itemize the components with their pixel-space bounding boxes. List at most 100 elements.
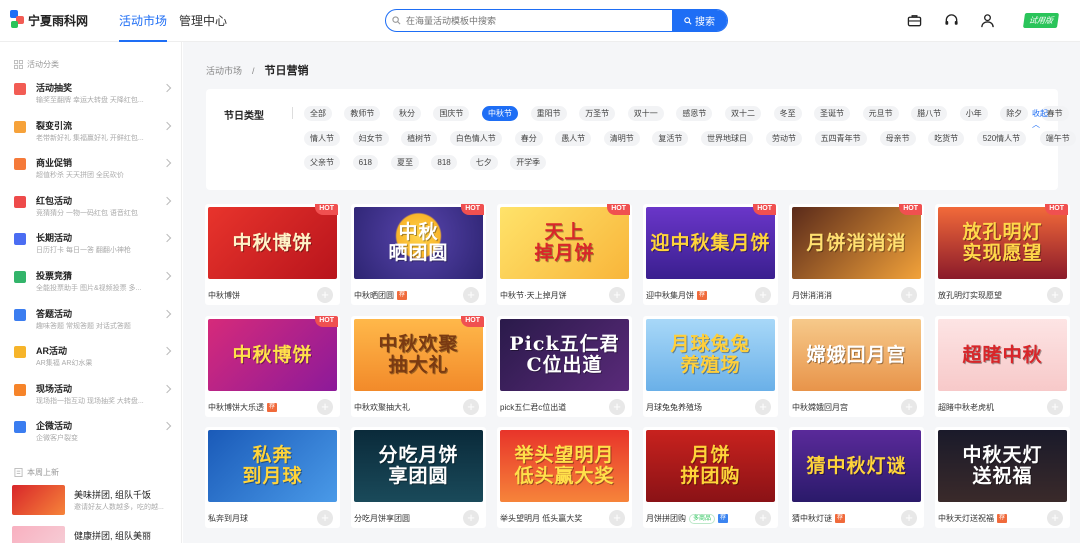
filter-chip[interactable]: 教师节 <box>344 106 381 121</box>
filter-chip[interactable]: 母亲节 <box>879 131 916 146</box>
filter-chip[interactable]: 七夕 <box>469 155 498 170</box>
add-icon[interactable]: + <box>463 399 479 415</box>
user-icon[interactable] <box>980 13 996 29</box>
filter-chip[interactable]: 父亲节 <box>304 155 340 170</box>
filter-chip[interactable]: 双十二 <box>725 106 761 121</box>
filter-chip[interactable]: 万圣节 <box>579 106 616 121</box>
sidebar-item[interactable]: AR活动 AR集福 AR幻水果 <box>0 338 182 375</box>
template-card[interactable]: 中秋 晒团圆 HOT 中秋晒团圆荐 + <box>351 204 486 305</box>
breadcrumb-root[interactable]: 活动市场 <box>206 64 242 77</box>
filter-chip[interactable]: 中秋节 <box>482 106 518 121</box>
add-icon[interactable]: + <box>755 399 771 415</box>
filter-chip[interactable]: 世界地球日 <box>701 131 753 146</box>
sidebar-item[interactable]: 答题活动 趣味答题 常规答题 对话式答题 <box>0 301 182 338</box>
filter-chip[interactable]: 全部 <box>304 106 332 121</box>
template-name-row: 私奔到月球 <box>208 513 248 524</box>
filter-chip[interactable]: 重阳节 <box>530 106 567 121</box>
sidebar-item-sub: AR集福 AR幻水果 <box>36 360 93 368</box>
template-card[interactable]: 天上 掉月饼 HOT 中秋节·天上掉月饼 + <box>497 204 632 305</box>
filter-chip[interactable]: 冬至 <box>773 106 802 121</box>
template-card[interactable]: 月饼消消消 HOT 月饼消消消 + <box>789 204 924 305</box>
add-icon[interactable]: + <box>317 399 333 415</box>
template-card[interactable]: 私奔 到月球 私奔到月球 + <box>205 427 340 528</box>
filter-chip[interactable]: 秋分 <box>393 106 421 121</box>
filter-chip[interactable]: 愚人节 <box>555 131 592 146</box>
collapse-button[interactable]: 收起 ︿ <box>1032 108 1058 130</box>
add-icon[interactable]: + <box>463 510 479 526</box>
filter-chip[interactable]: 818 <box>431 155 457 170</box>
nav-tab-market[interactable]: 活动市场 <box>119 0 168 42</box>
filter-chip[interactable]: 清明节 <box>603 131 640 146</box>
template-card[interactable]: 分吃月饼 享团圆 分吃月饼享团圆 + <box>351 427 486 528</box>
add-icon[interactable]: + <box>609 399 625 415</box>
filter-chip[interactable]: 复活节 <box>652 131 689 146</box>
add-icon[interactable]: + <box>755 287 771 303</box>
headset-icon[interactable] <box>944 13 960 29</box>
template-card[interactable]: 迎中秋集月饼 HOT 迎中秋集月饼荐 + <box>643 204 778 305</box>
filter-chip[interactable]: 五四青年节 <box>814 131 867 146</box>
template-card[interactable]: 中秋欢聚 抽大礼 HOT 中秋欢聚抽大礼 + <box>351 316 486 417</box>
sidebar-item[interactable]: 商业促销 超值秒杀 天天拼团 全民砍价 <box>0 150 182 187</box>
filter-chip[interactable]: 圣诞节 <box>814 106 850 121</box>
add-icon[interactable]: + <box>1047 510 1063 526</box>
template-card[interactable]: 中秋博饼 HOT 中秋博饼 + <box>205 204 340 305</box>
add-icon[interactable]: + <box>317 510 333 526</box>
add-icon[interactable]: + <box>1047 399 1063 415</box>
logo[interactable]: 宁夏雨科网 <box>10 10 88 30</box>
add-icon[interactable]: + <box>609 287 625 303</box>
add-icon[interactable]: + <box>901 287 917 303</box>
filter-chip[interactable]: 劳动节 <box>766 131 802 146</box>
briefcase-icon[interactable] <box>907 13 923 29</box>
filter-chip[interactable]: 白色情人节 <box>449 131 502 146</box>
filter-chip[interactable]: 双十一 <box>627 106 664 121</box>
filter-chip[interactable]: 端午节 <box>1039 131 1076 146</box>
filter-chip[interactable]: 618 <box>352 155 378 170</box>
search-input[interactable] <box>406 10 672 31</box>
template-card[interactable]: 月球兔兔 养殖场 月球兔兔养殖场 + <box>643 316 778 417</box>
filter-chip[interactable]: 感恩节 <box>676 106 713 121</box>
template-card[interactable]: 嫦娥回月宫 中秋嫦娥回月宫 + <box>789 316 924 417</box>
filter-chip[interactable]: 夏至 <box>391 155 419 170</box>
add-icon[interactable]: + <box>755 510 771 526</box>
weekly-item[interactable]: 健康拼团, 组队美丽 <box>12 526 177 543</box>
filter-chip[interactable]: 植树节 <box>401 131 438 146</box>
filter-chip[interactable]: 元旦节 <box>862 106 899 121</box>
sidebar-item[interactable]: 红包活动 竞猜猜分 一物一码红包 语音红包 <box>0 188 182 225</box>
template-card[interactable]: 中秋博饼 HOT 中秋博饼大乐透荐 + <box>205 316 340 417</box>
filter-chip[interactable]: 腊八节 <box>911 106 948 121</box>
template-name: 举头望明月 低头赢大奖 <box>500 514 583 523</box>
sidebar-item[interactable]: 投票竞猜 全能投票助手 图片&视频投票 多... <box>0 263 182 300</box>
template-card[interactable]: 中秋天灯 送祝福 中秋天灯送祝福荐 + <box>935 427 1070 528</box>
template-card[interactable]: 放孔明灯 实现愿望 HOT 放孔明灯实现愿望 + <box>935 204 1070 305</box>
filter-chip[interactable]: 吃货节 <box>928 131 965 146</box>
chevron-right-icon <box>162 271 172 281</box>
add-icon[interactable]: + <box>901 510 917 526</box>
template-card[interactable]: 超睹中秋 超睹中秋老虎机 + <box>935 316 1070 417</box>
sidebar-item[interactable]: 企微活动 企微客户裂变 <box>0 413 182 450</box>
trial-badge[interactable]: 试用版 <box>1022 13 1060 28</box>
weekly-item[interactable]: 美味拼团, 组队千饭 邀请好友人数越多，吃的越... <box>12 485 177 517</box>
filter-chip[interactable]: 妇女节 <box>352 131 389 146</box>
add-icon[interactable]: + <box>317 287 333 303</box>
filter-chip[interactable]: 520情人节 <box>976 131 1027 146</box>
filter-chip[interactable]: 春分 <box>514 131 543 146</box>
sidebar-item[interactable]: 现场活动 现场指一指互动 现场抽奖 大转盘... <box>0 376 182 413</box>
nav-tab-management[interactable]: 管理中心 <box>179 0 227 42</box>
sidebar-item[interactable]: 活动抽奖 输奖至翻牌 幸运大转盘 天降红包... <box>0 75 182 112</box>
filter-chip[interactable]: 情人节 <box>304 131 340 146</box>
add-icon[interactable]: + <box>609 510 625 526</box>
filter-chip[interactable]: 国庆节 <box>433 106 470 121</box>
search-button[interactable]: 搜索 <box>672 10 727 31</box>
filter-chip[interactable]: 小年 <box>959 106 988 121</box>
add-icon[interactable]: + <box>1047 287 1063 303</box>
template-card[interactable]: 猜中秋灯谜 猜中秋灯谜荐 + <box>789 427 924 528</box>
sidebar-item[interactable]: 长期活动 日历打卡 每日一答 翻翻小神枪 <box>0 225 182 262</box>
add-icon[interactable]: + <box>463 287 479 303</box>
filter-chip[interactable]: 开学季 <box>510 155 547 170</box>
template-card[interactable]: 月饼 拼团购 月饼拼团购 多商品荐 + <box>643 427 778 528</box>
template-card[interactable]: 举头望明月 低头赢大奖 举头望明月 低头赢大奖 + <box>497 427 632 528</box>
filter-chip[interactable]: 除夕 <box>1000 106 1029 121</box>
sidebar-item[interactable]: 裂变引流 老带新好礼 集福赢好礼 开鲜红包... <box>0 113 182 150</box>
add-icon[interactable]: + <box>901 399 917 415</box>
template-card[interactable]: Pick五仁君 C位出道 pick五仁君c位出道 + <box>497 316 632 417</box>
